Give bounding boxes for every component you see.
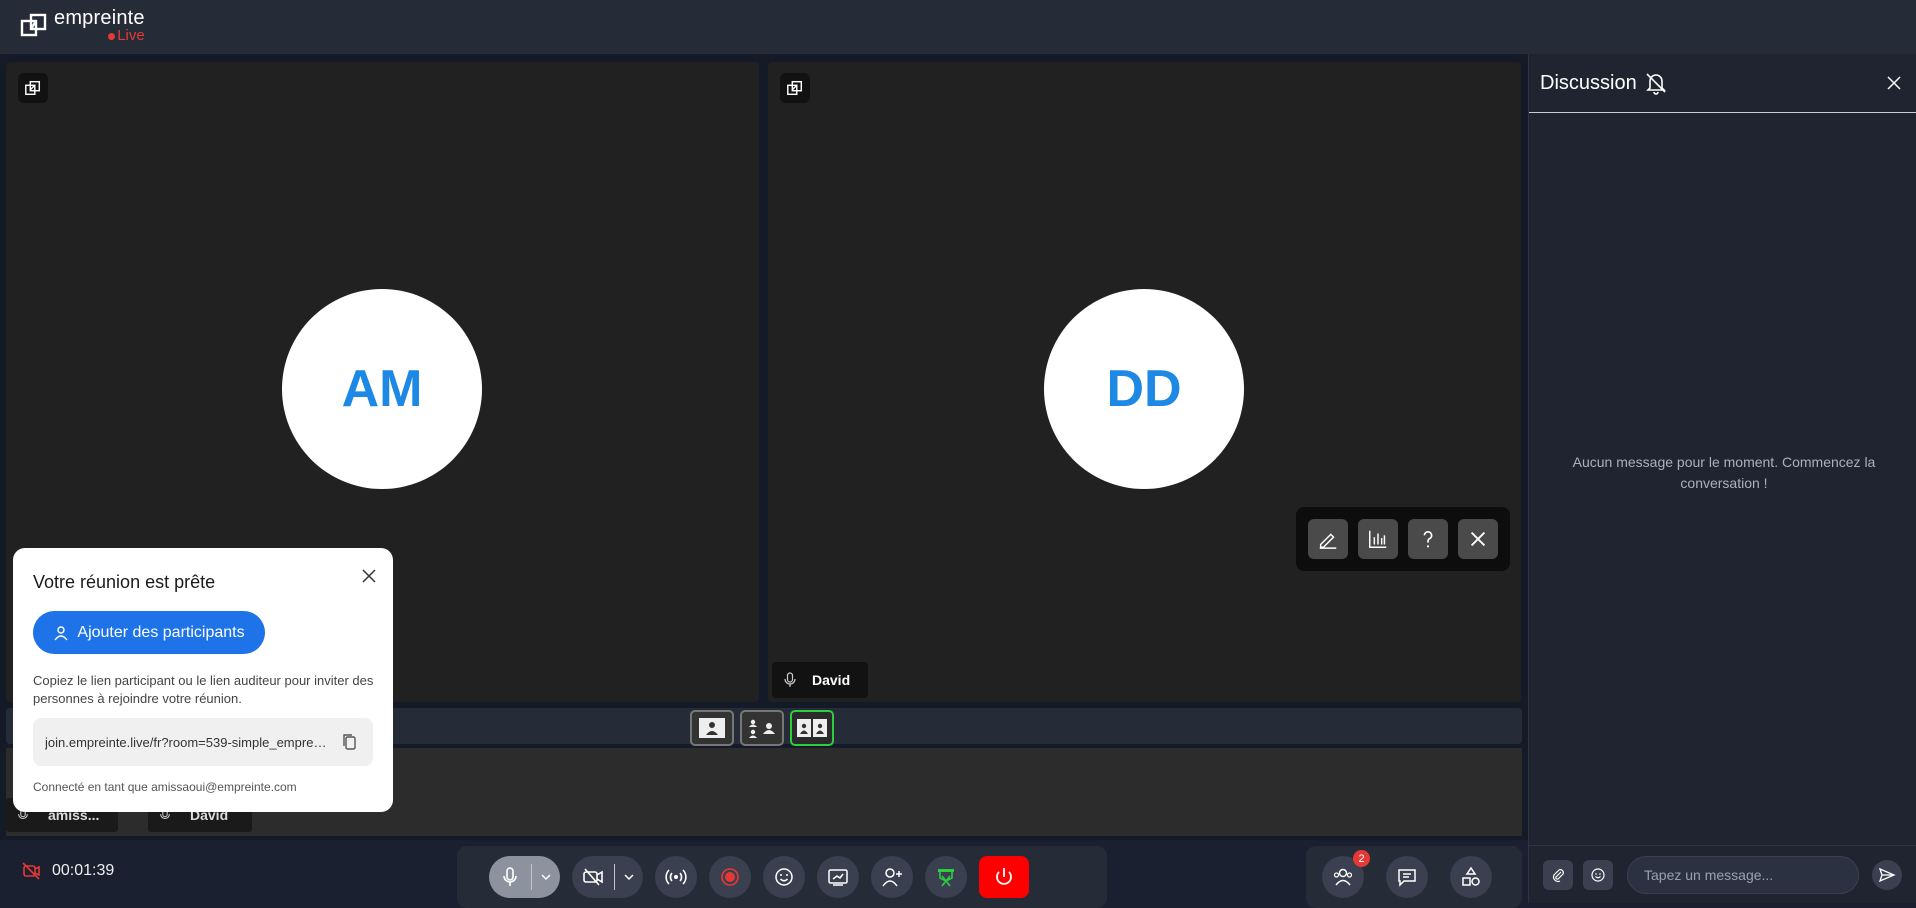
close-toolbar-button[interactable] (1458, 519, 1498, 559)
video-tile: DD David (768, 62, 1521, 702)
popup-close-button[interactable] (359, 566, 379, 586)
live-dot-icon (108, 32, 116, 40)
timer-value: 00:01:39 (52, 862, 115, 879)
meeting-link-box[interactable]: join.empreinte.live/fr?room=539-simple_e… (33, 718, 373, 766)
copy-icon[interactable] (339, 731, 361, 753)
chat-button[interactable] (1386, 856, 1428, 898)
camera-toggle-button[interactable] (572, 856, 614, 898)
participants-button[interactable]: 2 (1322, 850, 1370, 898)
close-icon (1470, 531, 1486, 547)
brand-logo[interactable]: empreinte Live (20, 8, 145, 43)
presentation-button[interactable] (925, 856, 967, 898)
poll-button[interactable] (1358, 519, 1398, 559)
mute-button[interactable] (489, 856, 531, 898)
recording-icon (22, 862, 40, 880)
main-controls (457, 846, 1107, 908)
microphone-icon (503, 867, 517, 886)
broadcast-button[interactable] (655, 856, 697, 898)
camera-off-icon (583, 868, 603, 886)
pin-icon (25, 80, 41, 96)
logo-icon (20, 13, 47, 37)
layout-switcher (690, 710, 834, 746)
meeting-ready-popup: Votre réunion est prête Ajouter des part… (13, 548, 393, 812)
secondary-controls: 2 (1306, 846, 1522, 908)
pencil-icon (1319, 533, 1337, 549)
camera-options-button[interactable] (615, 856, 643, 898)
microphone-icon (784, 672, 796, 687)
single-view-icon (699, 718, 725, 738)
avatar: DD (1044, 289, 1244, 489)
question-icon (1423, 530, 1433, 548)
layout-grid-button[interactable] (790, 710, 834, 746)
brand-name: empreinte (54, 7, 145, 29)
chevron-down-icon (624, 874, 634, 881)
attach-button[interactable] (1543, 860, 1573, 890)
paperclip-icon (1552, 869, 1564, 883)
chat-title: Discussion (1540, 72, 1637, 94)
grid-view-icon (797, 719, 827, 737)
chat-empty-message: Aucun message pour le moment. Commencez … (1572, 454, 1876, 491)
bottom-control-bar: 00:01:39 2 (0, 840, 1528, 908)
send-button[interactable] (1872, 860, 1902, 890)
participant-name-tag: David (772, 662, 869, 698)
end-call-button[interactable] (979, 856, 1029, 898)
microphone-control[interactable] (489, 856, 560, 898)
send-icon (1878, 867, 1896, 883)
record-button[interactable] (709, 856, 751, 898)
popup-description: Copiez le lien participant ou le lien au… (33, 673, 374, 706)
draw-button[interactable] (1308, 519, 1348, 559)
layout-sidebar-button[interactable] (740, 710, 784, 746)
bell-off-icon[interactable] (1643, 70, 1669, 96)
smiley-icon (1591, 868, 1605, 882)
power-icon (996, 868, 1012, 885)
brand-sub: Live (117, 27, 145, 44)
chevron-down-icon (541, 874, 551, 881)
connected-as-text: Connecté en tant que amissaoui@empreinte… (33, 780, 297, 794)
layout-single-button[interactable] (690, 710, 734, 746)
broadcast-icon (665, 869, 687, 885)
participant-name: David (812, 672, 851, 688)
whiteboard-icon (828, 869, 848, 886)
add-participants-label: Ajouter des participants (77, 623, 245, 641)
close-icon (362, 569, 376, 583)
popup-title: Votre réunion est prête (33, 572, 216, 592)
bar-chart-icon (1369, 530, 1387, 548)
shapes-icon (1462, 866, 1480, 886)
participants-icon (1333, 868, 1353, 886)
participants-count-badge: 2 (1353, 850, 1370, 867)
add-participants-button[interactable]: Ajouter des participants (33, 611, 265, 654)
whiteboard-button[interactable] (817, 856, 859, 898)
avatar: AM (282, 289, 482, 489)
sidebar-view-icon (749, 719, 775, 738)
pin-tile-button[interactable] (18, 73, 48, 103)
add-user-icon (882, 868, 902, 887)
question-button[interactable] (1408, 519, 1448, 559)
camera-control[interactable] (572, 856, 643, 898)
emoji-button[interactable] (1583, 860, 1613, 890)
reactions-button[interactable] (763, 856, 805, 898)
microphone-options-button[interactable] (532, 856, 560, 898)
chat-panel: Discussion Aucun message pour le moment.… (1528, 54, 1916, 903)
chat-composer (1529, 845, 1916, 903)
invite-button[interactable] (871, 856, 913, 898)
pin-icon (787, 80, 803, 96)
top-bar: empreinte Live (0, 0, 1916, 54)
chat-icon (1398, 869, 1416, 887)
record-icon (721, 868, 739, 886)
recording-timer: 00:01:39 (20, 860, 114, 882)
annotation-toolbar (1296, 507, 1510, 571)
more-apps-button[interactable] (1450, 856, 1492, 898)
smiley-icon (775, 868, 793, 886)
pin-tile-button[interactable] (780, 73, 810, 103)
meeting-link[interactable]: join.empreinte.live/fr?room=539-simple_e… (45, 735, 329, 750)
user-icon (54, 625, 68, 640)
presentation-icon (938, 869, 954, 887)
close-chat-icon[interactable] (1885, 74, 1903, 92)
message-input[interactable] (1627, 856, 1859, 894)
chat-header: Discussion (1529, 54, 1916, 113)
